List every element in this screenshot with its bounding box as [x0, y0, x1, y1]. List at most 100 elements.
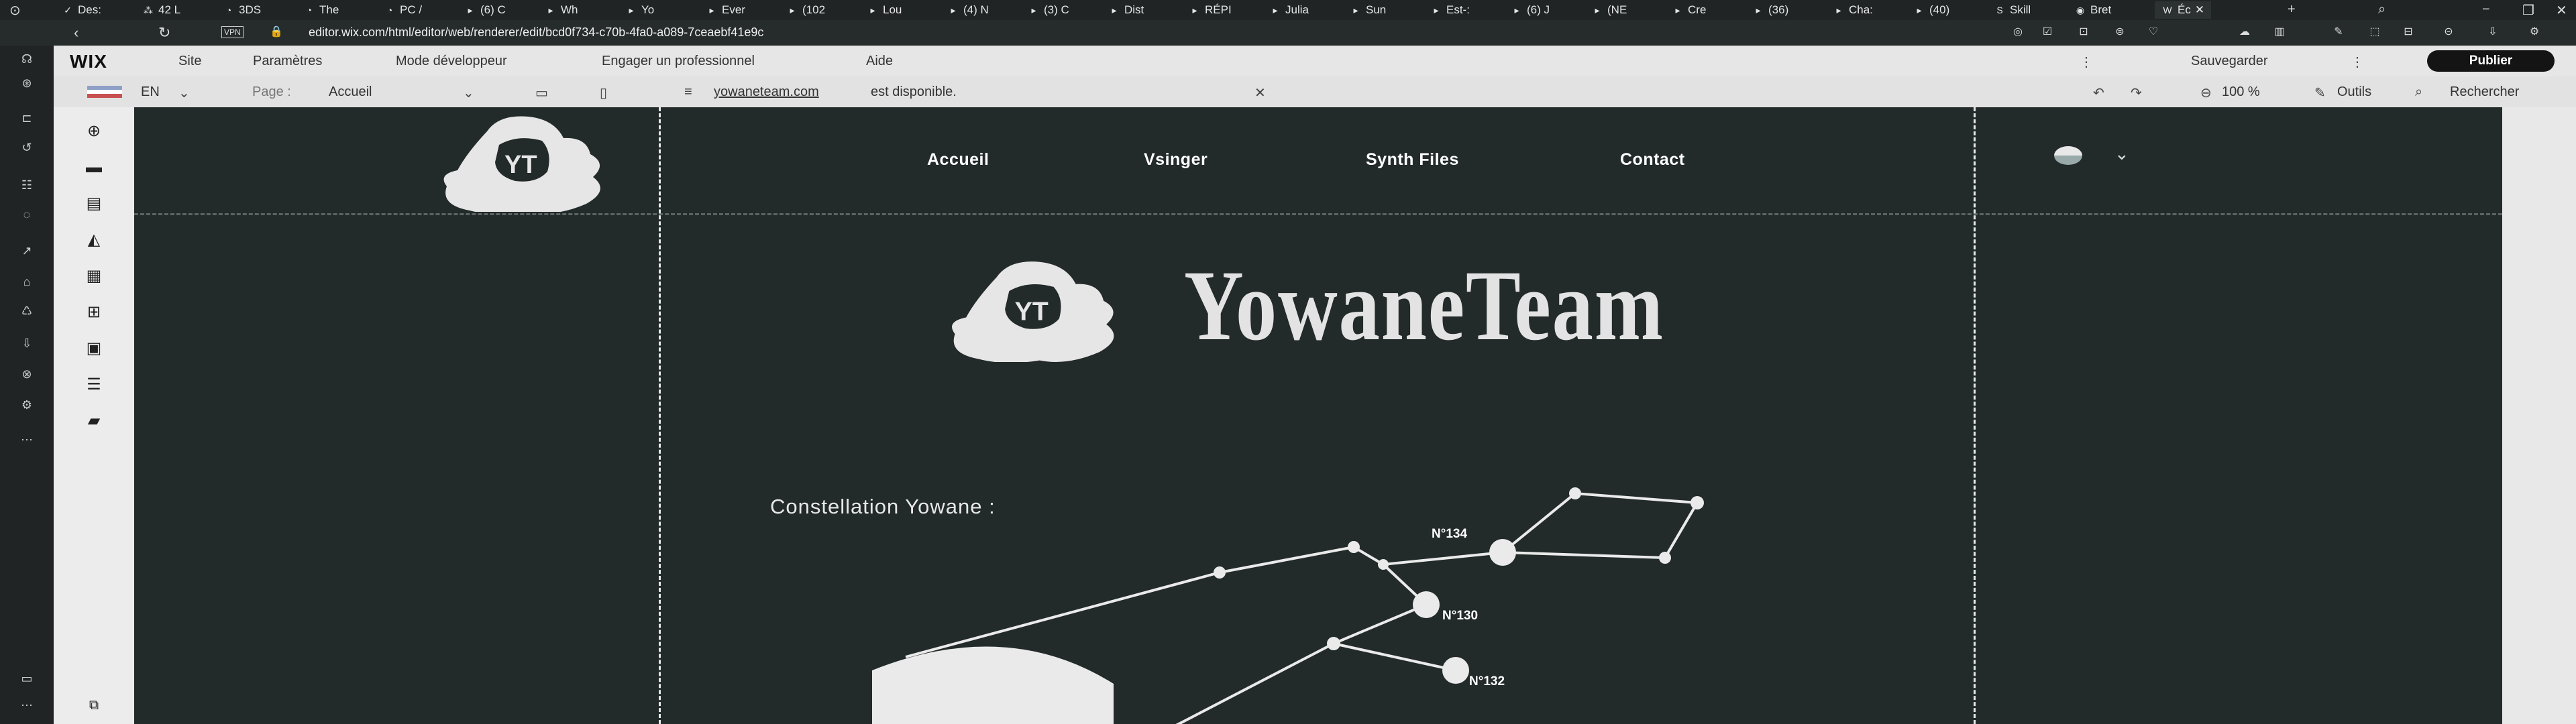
tools-button[interactable]: Outils — [2337, 84, 2371, 100]
browser-tab[interactable]: ▸ (4) N — [947, 1, 988, 19]
browser-tab[interactable]: ✓ Des: — [62, 1, 101, 19]
extension-icon[interactable]: ⊜ — [2113, 25, 2127, 39]
browser-tab[interactable]: ▸ Yo — [625, 1, 654, 19]
business-icon[interactable]: ▰ — [80, 410, 107, 432]
layers-icon[interactable]: ⧉ — [80, 695, 107, 716]
browser-tab[interactable]: ▸ Cre — [1672, 1, 1706, 19]
browser-tab[interactable]: ▸ (6) C — [464, 1, 505, 19]
menu-site[interactable]: Site — [178, 54, 201, 69]
save-button[interactable]: Sauvegarder — [2191, 54, 2268, 69]
browser-tab[interactable]: ▸ (40) — [1913, 1, 1949, 19]
sidebar-app-icon[interactable]: ↺ — [15, 139, 39, 156]
more-icon[interactable]: ⋯ — [15, 697, 39, 713]
sidebar-app-icon[interactable]: ⊗ — [15, 366, 39, 382]
sidebar-app-icon[interactable]: ↗ — [15, 243, 39, 259]
sidebar-app-icon[interactable]: ◌ — [15, 206, 39, 223]
browser-tab[interactable]: ▸ RÉPI — [1189, 1, 1231, 19]
close-tab-icon[interactable]: ✕ — [2195, 3, 2204, 17]
browser-tab[interactable]: ▸ (3) C — [1028, 1, 1069, 19]
browser-tab[interactable]: ▸ Wh — [545, 1, 578, 19]
sidebar-app-icon[interactable]: ♺ — [15, 303, 39, 319]
extension-icon[interactable]: ⊝ — [2442, 25, 2455, 39]
browser-tab[interactable]: ▸ Lou — [867, 1, 902, 19]
cms-icon[interactable]: ☰ — [80, 374, 107, 396]
search-button[interactable]: Rechercher — [2450, 84, 2519, 100]
apps-icon[interactable]: ▦ — [80, 265, 107, 287]
constellation-graphic[interactable] — [134, 107, 2502, 724]
media-icon[interactable]: ▣ — [80, 338, 107, 359]
browser-tab[interactable]: ◉ Bret — [2074, 1, 2111, 19]
design-icon[interactable]: ◭ — [80, 229, 107, 251]
browser-tab[interactable]: ▸ Cha: — [1833, 1, 1872, 19]
back-icon[interactable]: ‹ — [74, 24, 78, 42]
extension-icon[interactable]: ✎ — [2332, 25, 2345, 39]
more-icon[interactable]: ⋯ — [15, 432, 39, 448]
new-tab-button[interactable]: + — [2288, 2, 2296, 17]
browser-tab[interactable]: ◔ PC / — [384, 1, 422, 19]
reload-icon[interactable]: ↻ — [158, 24, 170, 42]
camera-icon[interactable]: ⊡ — [2077, 25, 2090, 39]
sidebar-app-icon[interactable]: ▭ — [15, 670, 39, 686]
menu-engager-professionnel[interactable]: Engager un professionnel — [602, 54, 755, 69]
download-icon[interactable]: ⇩ — [2486, 25, 2500, 39]
url-field[interactable]: editor.wix.com/html/editor/web/renderer/… — [309, 25, 763, 40]
close-icon[interactable]: ✕ — [1254, 84, 1266, 101]
add-apps-icon[interactable]: ⊞ — [80, 302, 107, 323]
maximize-icon[interactable]: ❐ — [2522, 2, 2534, 19]
language-selector[interactable]: EN — [141, 84, 160, 100]
desktop-icon[interactable]: ▭ — [535, 84, 548, 101]
sidebar-app-icon[interactable]: ⌂ — [15, 274, 39, 290]
publish-button[interactable]: Publier — [2427, 50, 2555, 72]
editor-canvas[interactable]: YT Accueil Vsinger Synth Files Contact ⌄… — [134, 107, 2502, 724]
upgrade-icon[interactable]: ⋮ — [2080, 54, 2093, 70]
browser-tab[interactable]: ▸ (102 — [786, 1, 825, 19]
browser-tab[interactable]: S Skill — [1994, 1, 2031, 19]
browser-tab[interactable]: ⁂ 42 L — [142, 1, 180, 19]
domain-link[interactable]: yowaneteam.com — [714, 84, 819, 100]
zoom-level[interactable]: 100 % — [2222, 84, 2260, 100]
search-icon[interactable]: ⌕ — [2415, 84, 2422, 100]
redo-icon[interactable]: ↷ — [2131, 84, 2142, 101]
add-icon[interactable]: ⊕ — [80, 121, 107, 142]
tools-icon[interactable]: ✎ — [2314, 84, 2326, 101]
browser-menu-icon[interactable]: ⊙ — [9, 2, 21, 19]
sidebar-app-icon[interactable]: ☷ — [15, 177, 39, 193]
sidebar-app-icon[interactable]: ⊏ — [15, 110, 39, 126]
preview-icon[interactable]: ⋮ — [2351, 54, 2364, 70]
menu-aide[interactable]: Aide — [866, 54, 893, 69]
undo-icon[interactable]: ↶ — [2093, 84, 2104, 101]
browser-tab[interactable]: ▸ (NE — [1591, 1, 1627, 19]
extension-icon[interactable]: ◎ — [2011, 25, 2025, 39]
shield-icon[interactable]: ♡ — [2147, 25, 2160, 39]
settings-icon[interactable]: ⚙ — [2528, 25, 2541, 39]
browser-tab[interactable]: ◔ The — [303, 1, 339, 19]
browser-tab[interactable]: ▸ Dist — [1108, 1, 1144, 19]
wix-logo[interactable]: WIX — [70, 51, 107, 72]
close-window-icon[interactable]: ✕ — [2556, 2, 2567, 19]
browser-tab[interactable]: ▸ Julia — [1269, 1, 1308, 19]
sidebar-app-icon[interactable]: ☊ — [15, 51, 39, 67]
browser-tab[interactable]: ▸ Ever — [706, 1, 745, 19]
extension-icon[interactable]: ⊟ — [2402, 25, 2415, 39]
vpn-badge[interactable]: VPN — [221, 26, 244, 38]
search-tabs-icon[interactable]: ⌕ — [2378, 2, 2385, 17]
zoom-icon[interactable]: ⊖ — [2200, 84, 2212, 101]
browser-tab[interactable]: ◔ 3DS — [223, 1, 261, 19]
extension-icon[interactable]: ☑ — [2041, 25, 2054, 39]
browser-tab[interactable]: ▸ Sun — [1350, 1, 1386, 19]
page-selector[interactable]: Accueil — [329, 84, 372, 100]
minimize-icon[interactable]: − — [2482, 2, 2490, 17]
sidebar-app-icon[interactable]: ⇩ — [15, 335, 39, 351]
extension-icon[interactable]: ⬚ — [2368, 25, 2381, 39]
sidebar-app-icon[interactable]: ⊛ — [15, 75, 39, 91]
browser-tab[interactable]: W Éc ✕ — [2155, 1, 2212, 19]
mobile-icon[interactable]: ▯ — [600, 84, 607, 101]
browser-tab[interactable]: ▸ (6) J — [1511, 1, 1550, 19]
browser-tab[interactable]: ▸ (36) — [1752, 1, 1788, 19]
sections-icon[interactable]: ▬ — [80, 157, 107, 178]
chevron-down-icon[interactable]: ⌄ — [178, 84, 190, 101]
browser-tab[interactable]: ▸ Est-: — [1430, 1, 1469, 19]
pages-icon[interactable]: ▤ — [80, 193, 107, 215]
sidebar-app-icon[interactable]: ⚙ — [15, 397, 39, 413]
menu-mode-developpeur[interactable]: Mode développeur — [396, 54, 507, 69]
